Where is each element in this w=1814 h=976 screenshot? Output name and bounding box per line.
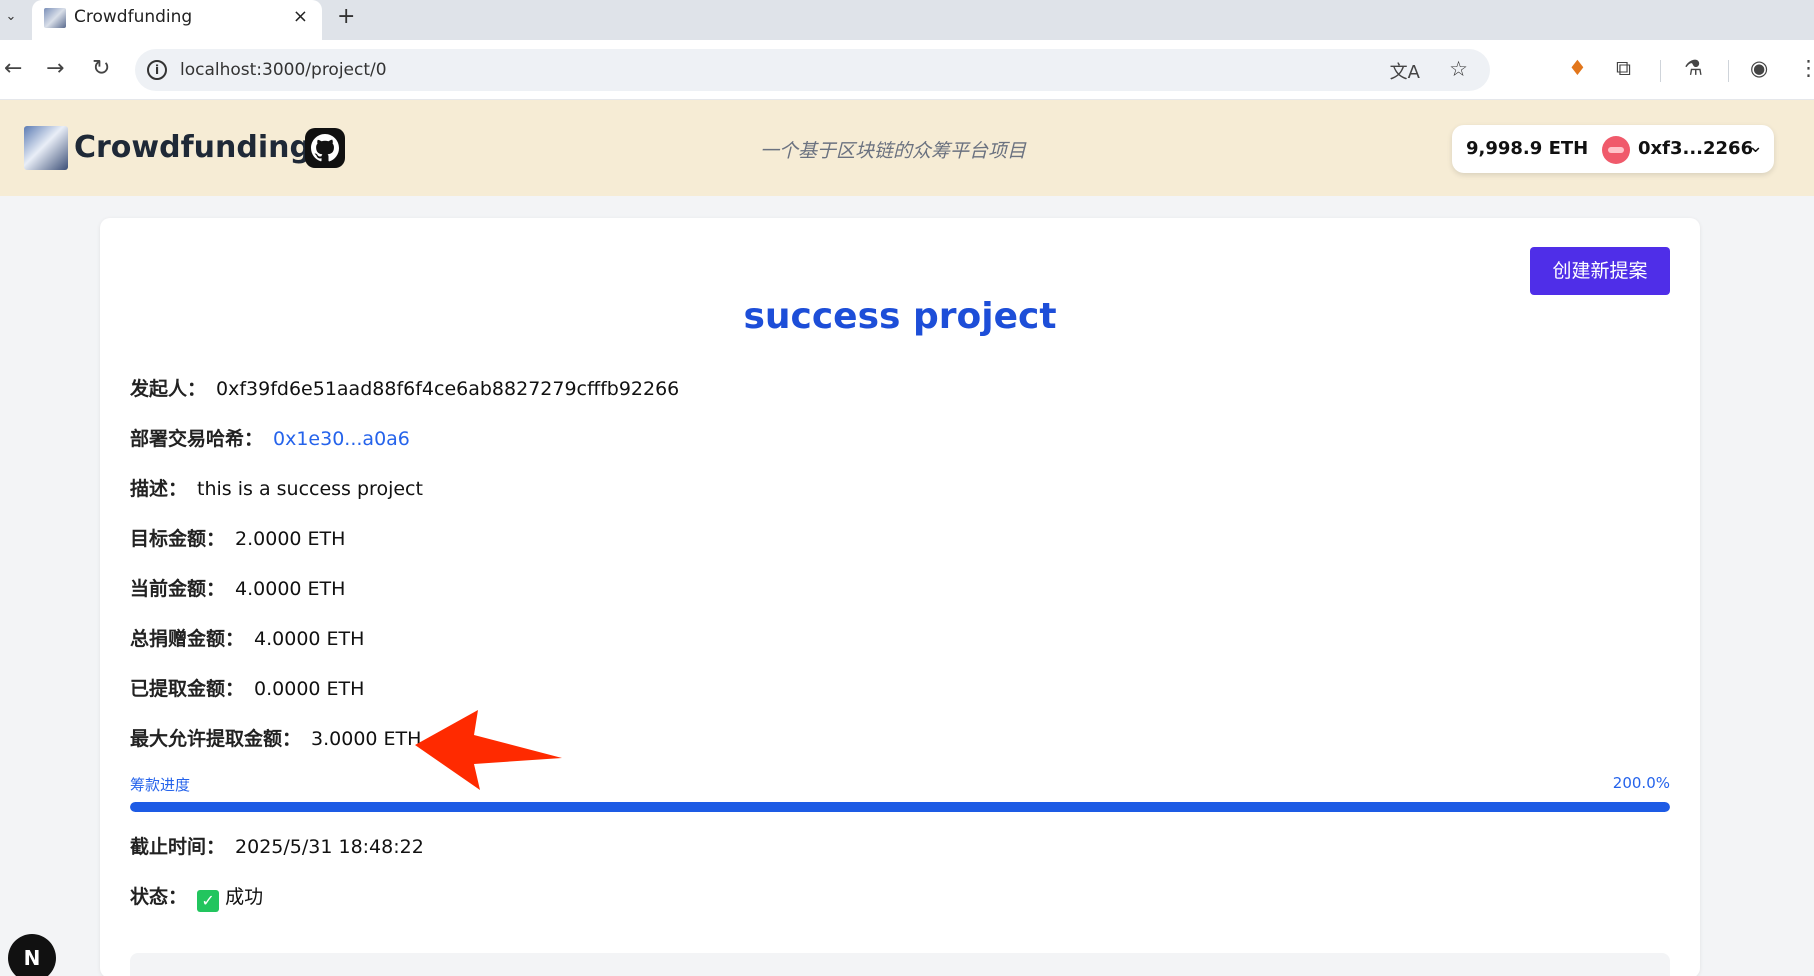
wallet-account-button[interactable]: 0xf3...2266 ⌄ — [1592, 127, 1772, 171]
brand-name[interactable]: Crowdfunding — [74, 130, 311, 165]
annotation-arrow-icon — [415, 710, 562, 790]
description-value: this is a success project — [197, 478, 423, 500]
field-label: 发起人： — [130, 378, 207, 400]
bookmark-star-icon[interactable]: ☆ — [1449, 57, 1468, 81]
field-deadline: 截止时间： 2025/5/31 18:48:22 — [130, 832, 424, 859]
deploy-tx-hash-link[interactable]: 0x1e30...a0a6 — [273, 428, 410, 450]
reload-icon[interactable]: ↻ — [92, 56, 110, 81]
github-icon[interactable] — [305, 128, 345, 168]
field-label: 当前金额： — [130, 578, 226, 600]
logo-image[interactable] — [24, 126, 68, 170]
field-label: 目标金额： — [130, 528, 226, 550]
project-title: success project — [743, 296, 1057, 337]
toolbar-divider — [1660, 60, 1661, 82]
chevron-down-icon: ⌄ — [1748, 136, 1764, 157]
field-label: 总捐赠金额： — [130, 628, 245, 650]
project-detail-card: 创建新提案 success project 发起人： 0xf39fd6e51aad… — [100, 218, 1700, 976]
field-initiator: 发起人： 0xf39fd6e51aad88f6f4ce6ab8827279cfff… — [130, 374, 679, 401]
progress-bar — [130, 802, 1670, 812]
field-current-amount: 当前金额： 4.0000 ETH — [130, 574, 345, 601]
toolbar-divider — [1728, 60, 1729, 82]
nextjs-badge-icon[interactable]: N — [8, 934, 56, 976]
field-total-donated: 总捐赠金额： 4.0000 ETH — [130, 624, 364, 651]
wallet-avatar — [1602, 136, 1630, 164]
field-label: 部署交易哈希： — [130, 428, 264, 450]
field-withdrawn-amount: 已提取金额： 0.0000 ETH — [130, 674, 364, 701]
field-label: 最大允许提取金额： — [130, 728, 302, 750]
translate-icon[interactable]: 文A — [1390, 58, 1420, 84]
field-label: 描述： — [130, 478, 188, 500]
deadline-value: 2025/5/31 18:48:22 — [235, 836, 424, 858]
tab-title: Crowdfunding — [74, 7, 193, 27]
field-status: 状态： ✓ 成功 — [130, 882, 263, 912]
check-mark-icon: ✓ — [197, 890, 220, 912]
initiator-address: 0xf39fd6e51aad88f6f4ce6ab8827279cfffb922… — [216, 378, 680, 400]
profile-icon[interactable]: ◉ — [1750, 56, 1768, 80]
browser-menu-icon[interactable]: ⋮ — [1798, 56, 1814, 80]
field-max-withdraw: 最大允许提取金额： 3.0000 ETH — [130, 724, 421, 751]
wallet-address: 0xf3...2266 — [1638, 138, 1754, 159]
create-proposal-button[interactable]: 创建新提案 — [1530, 247, 1670, 295]
url-text[interactable]: localhost:3000/project/0 — [180, 60, 387, 80]
new-tab-button[interactable]: + — [337, 4, 355, 29]
metamask-fox-icon[interactable]: ♦ — [1568, 56, 1587, 80]
progress-label: 筹款进度 — [130, 776, 191, 794]
wallet-balance[interactable]: 9,998.9 ETH — [1466, 138, 1588, 159]
field-description: 描述： this is a success project — [130, 474, 423, 501]
total-donated-value: 4.0000 ETH — [254, 628, 365, 650]
tab-favicon-icon — [44, 8, 66, 28]
browser-toolbar: ← → ↻ i localhost:3000/project/0 文A ☆ ♦ … — [0, 40, 1814, 100]
target-amount-value: 2.0000 ETH — [235, 528, 346, 550]
address-bar[interactable]: i localhost:3000/project/0 文A ☆ — [135, 49, 1490, 91]
forward-arrow-icon[interactable]: → — [46, 56, 64, 81]
back-arrow-icon[interactable]: ← — [4, 56, 22, 81]
progress-percent: 200.0% — [1612, 774, 1670, 792]
field-label: 已提取金额： — [130, 678, 245, 700]
browser-tabbar: ⌄ Crowdfunding × + — [0, 0, 1814, 40]
browser-tab-active[interactable]: Crowdfunding × — [32, 0, 322, 40]
labs-flask-icon[interactable]: ⚗ — [1684, 56, 1703, 80]
extensions-puzzle-icon[interactable]: ⧉ — [1616, 56, 1631, 81]
field-deploy-tx-hash: 部署交易哈希： 0x1e30...a0a6 — [130, 424, 410, 451]
tab-search-chevron-icon[interactable]: ⌄ — [0, 6, 22, 28]
withdrawn-amount-value: 0.0000 ETH — [254, 678, 365, 700]
bottom-panel — [130, 953, 1670, 976]
tab-close-icon[interactable]: × — [293, 6, 308, 27]
max-withdraw-value: 3.0000 ETH — [311, 728, 422, 750]
site-info-icon[interactable]: i — [147, 60, 167, 80]
field-label: 截止时间： — [130, 836, 226, 858]
app-header: Crowdfunding 一个基于区块链的众筹平台项目 9,998.9 ETH … — [0, 100, 1814, 196]
field-label: 状态： — [130, 886, 188, 908]
status-value: 成功 — [225, 886, 264, 908]
header-tagline: 一个基于区块链的众筹平台项目 — [760, 140, 1027, 162]
progress-bar-fill — [130, 802, 1670, 812]
current-amount-value: 4.0000 ETH — [235, 578, 346, 600]
wallet-connect-widget[interactable]: 9,998.9 ETH 0xf3...2266 ⌄ — [1452, 125, 1774, 173]
field-target-amount: 目标金额： 2.0000 ETH — [130, 524, 345, 551]
